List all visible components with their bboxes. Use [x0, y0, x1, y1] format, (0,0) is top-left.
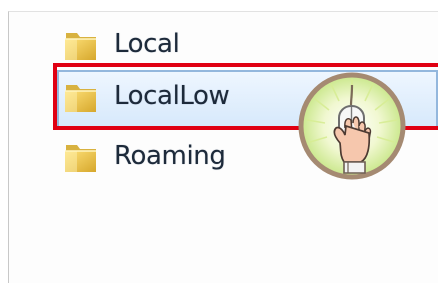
folder-label-local: Local	[114, 29, 180, 59]
hand-mouse-click-icon	[298, 72, 406, 180]
folder-icon	[65, 145, 96, 172]
folder-label-roaming: Roaming	[114, 141, 226, 171]
folder-row-local[interactable]: Local	[52, 22, 438, 66]
folder-icon	[65, 33, 96, 60]
screenshot: Local LocalLow Roaming	[0, 0, 438, 283]
